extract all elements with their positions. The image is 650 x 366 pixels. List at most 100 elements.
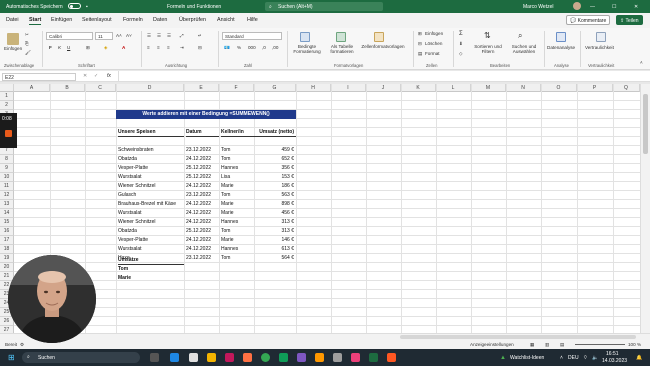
currency-icon[interactable]: 💶 [224,45,230,51]
tab-formeln[interactable]: Formeln [123,17,143,23]
column-header[interactable]: E [184,84,219,92]
tab-daten[interactable]: Daten [153,17,167,23]
minimize-button[interactable]: — [590,4,595,10]
cell-revenue[interactable]: 564 € [254,254,296,263]
cell-date[interactable]: 23.12.2022 [186,146,219,155]
cell-waiter[interactable]: Marie [221,209,254,218]
display-settings[interactable]: Anzeigeeinstellungen [470,342,514,347]
cell-waiter[interactable]: Lisa [221,173,254,182]
cell-dish[interactable]: Wurstsalat [118,173,184,182]
app-icon[interactable] [297,353,306,362]
app-icon[interactable] [243,353,252,362]
tab-einfuegen[interactable]: Einfügen [51,17,72,23]
autosave-toggle[interactable] [68,3,81,9]
clock-date[interactable]: 14.03.2023 [602,358,627,364]
find-select-label[interactable]: Suchen und Auswählen [508,44,540,54]
cell-date[interactable]: 24.12.2022 [186,245,219,254]
decimal-increase-icon[interactable]: ,0 [262,45,266,50]
page-layout-icon[interactable]: ▥ [545,342,549,348]
merge-center-icon[interactable]: ⊟ [198,45,202,51]
app-icon[interactable] [315,353,324,362]
row-header[interactable]: 13 [0,200,14,209]
app-icon[interactable] [387,353,396,362]
zoom-slider[interactable] [575,344,625,345]
notification-icon[interactable]: 🔔 [636,355,642,361]
copy-icon[interactable]: ⎘ [25,41,29,46]
avatar[interactable] [573,2,581,10]
summary-name[interactable]: Tom [118,265,184,274]
font-name-select[interactable]: Calibri [46,32,93,40]
language-indicator[interactable]: DEU [568,355,579,361]
cell-dish[interactable]: Gulasch [118,191,184,200]
vertical-scrollbar[interactable] [640,84,650,333]
insert-cells-icon[interactable]: ⊞ [418,31,422,37]
conditional-format-icon[interactable] [300,32,310,42]
cell-date[interactable]: 24.12.2022 [186,236,219,245]
cell-revenue[interactable]: 313 € [254,227,296,236]
recording-indicator[interactable]: 0:08 [0,113,17,148]
find-select-icon[interactable]: ⌕ [518,31,522,41]
summary-name[interactable]: Marie [118,274,184,283]
autosum-icon[interactable]: Σ [459,31,463,37]
share-button[interactable]: ⇪ Teilen [616,15,643,25]
page-break-icon[interactable]: ▤ [560,342,564,348]
cell-waiter[interactable]: Marie [221,200,254,209]
cell-dish[interactable]: Schweinsbraten [118,146,184,155]
worksheet-grid[interactable]: A B C D E F G H I J K L M N O P Q 123456 [0,84,640,333]
column-header[interactable]: Q [613,84,640,92]
summary-label[interactable]: Umsätze [118,256,184,265]
font-grow-icon[interactable]: A˄ [116,33,122,38]
sensitivity-label[interactable]: Vertraulichkeit [585,45,614,50]
row-header[interactable]: 12 [0,191,14,200]
cell-date[interactable]: 23.12.2022 [186,191,219,200]
align-middle-icon[interactable]: ☰ [157,33,161,39]
row-header[interactable]: 14 [0,209,14,218]
watchlist-label[interactable]: Watchlist-Ideen [510,355,544,361]
row-header[interactable]: 9 [0,164,14,173]
cell-dish[interactable]: Wurstsalat [118,245,184,254]
enter-icon[interactable]: ✓ [94,73,98,79]
cell-date[interactable]: 25.12.2022 [186,164,219,173]
file-name[interactable]: Formeln und Funktionen [167,4,221,10]
column-header[interactable]: B [50,84,85,92]
row-header[interactable]: 10 [0,173,14,182]
save-icon[interactable]: ▪ [86,4,88,10]
format-as-table-icon[interactable] [336,32,346,42]
header-dish[interactable]: Unsere Speisen [118,128,184,137]
fill-icon[interactable]: ⬇ [459,41,463,47]
excel-icon[interactable] [369,353,378,362]
column-header[interactable]: I [331,84,366,92]
align-bottom-icon[interactable]: ☰ [167,33,171,39]
comments-button[interactable]: 💬 Kommentare [566,15,611,25]
format-painter-icon[interactable]: 🖌 [25,50,31,56]
orientation-icon[interactable]: ⤢ [180,33,184,38]
cell-waiter[interactable]: Tom [221,155,254,164]
app-icon[interactable] [333,353,342,362]
sort-filter-icon[interactable]: ⇅ [484,31,491,40]
cell-waiter[interactable]: Hannes [221,245,254,254]
data-analysis-label[interactable]: Datenanalyse [547,45,575,50]
header-date[interactable]: Datum [186,128,219,137]
cell-revenue[interactable]: 456 € [254,209,296,218]
row-header[interactable]: 19 [0,254,14,263]
collapse-ribbon-icon[interactable]: ˄ [640,60,643,65]
cell-waiter[interactable]: Tom [221,146,254,155]
explorer-icon[interactable] [207,353,216,362]
format-cells-icon[interactable]: ▤ [418,51,422,57]
name-box[interactable]: E22 [2,72,76,81]
align-right-icon[interactable]: ≡ [167,45,170,50]
cell-date[interactable]: 25.12.2022 [186,173,219,182]
indent-icon[interactable]: ⇥ [180,45,184,51]
row-header[interactable]: 2 [0,101,14,110]
wifi-icon[interactable]: ⌔ [583,355,588,361]
insert-function-icon[interactable]: fx [107,73,111,79]
data-analysis-icon[interactable] [556,32,566,42]
maximize-button[interactable]: ☐ [612,4,616,10]
fill-color-icon[interactable]: ◈ [104,45,108,51]
clock-time[interactable]: 16:51 [606,351,619,357]
decimal-decrease-icon[interactable]: ,00 [272,45,278,50]
cell-revenue[interactable]: 313 € [254,218,296,227]
cell-dish[interactable]: Wiener Schnitzel [118,218,184,227]
sensitivity-icon[interactable] [596,32,606,42]
cell-revenue[interactable]: 459 € [254,146,296,155]
